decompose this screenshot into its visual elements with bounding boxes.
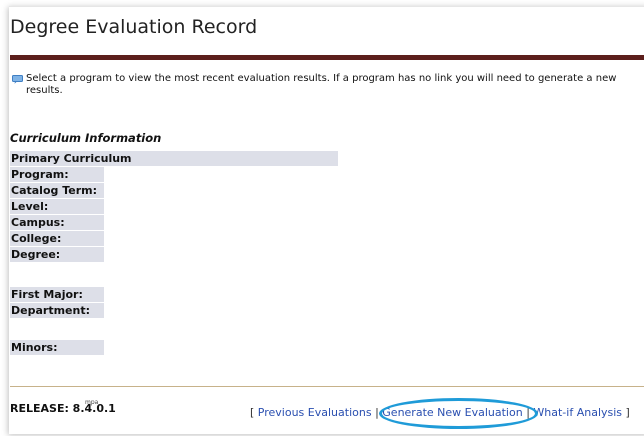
catalog-term-label: Catalog Term:	[10, 183, 104, 198]
footer-divider	[10, 386, 644, 387]
release-version: RELEASE: 8.4.0.1	[10, 402, 116, 415]
what-if-analysis-link[interactable]: What-if Analysis	[533, 406, 622, 419]
open-bracket: [	[250, 406, 255, 419]
release-tag: mpa	[85, 399, 99, 406]
close-bracket: ]	[625, 406, 630, 419]
previous-evaluations-link[interactable]: Previous Evaluations	[258, 406, 372, 419]
instructions-text: Select a program to view the most recent…	[26, 73, 617, 96]
primary-curriculum-label: Primary Curriculum	[10, 151, 338, 166]
title-divider	[10, 55, 644, 60]
page-panel	[9, 6, 644, 434]
level-label: Level:	[10, 199, 104, 214]
curriculum-heading: Curriculum Information	[10, 131, 162, 145]
highlight-ellipse	[379, 398, 538, 429]
campus-label: Campus:	[10, 215, 104, 230]
department-label: Department:	[10, 303, 104, 318]
degree-label: Degree:	[10, 247, 104, 262]
college-label: College:	[10, 231, 104, 246]
program-label: Program:	[10, 167, 104, 182]
minors-label: Minors:	[10, 340, 104, 355]
first-major-label: First Major:	[10, 287, 104, 302]
info-icon	[12, 75, 23, 84]
page-title: Degree Evaluation Record	[10, 16, 258, 38]
